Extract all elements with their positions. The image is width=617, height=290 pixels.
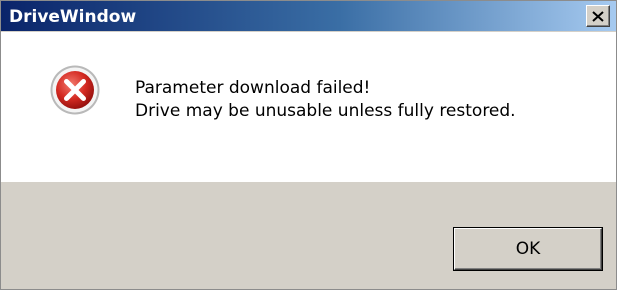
error-message: Parameter download failed! Drive may be … xyxy=(135,77,516,123)
window-title: DriveWindow xyxy=(9,7,137,27)
message-dialog: DriveWindow Parameter download failed! D… xyxy=(0,0,617,290)
message-line-2: Drive may be unusable unless fully resto… xyxy=(135,101,516,121)
title-bar[interactable]: DriveWindow xyxy=(1,1,616,31)
error-icon xyxy=(50,65,100,115)
message-line-1: Parameter download failed! xyxy=(135,78,371,98)
ok-button[interactable]: OK xyxy=(453,227,603,271)
close-icon xyxy=(592,10,604,22)
close-button[interactable] xyxy=(586,5,610,27)
